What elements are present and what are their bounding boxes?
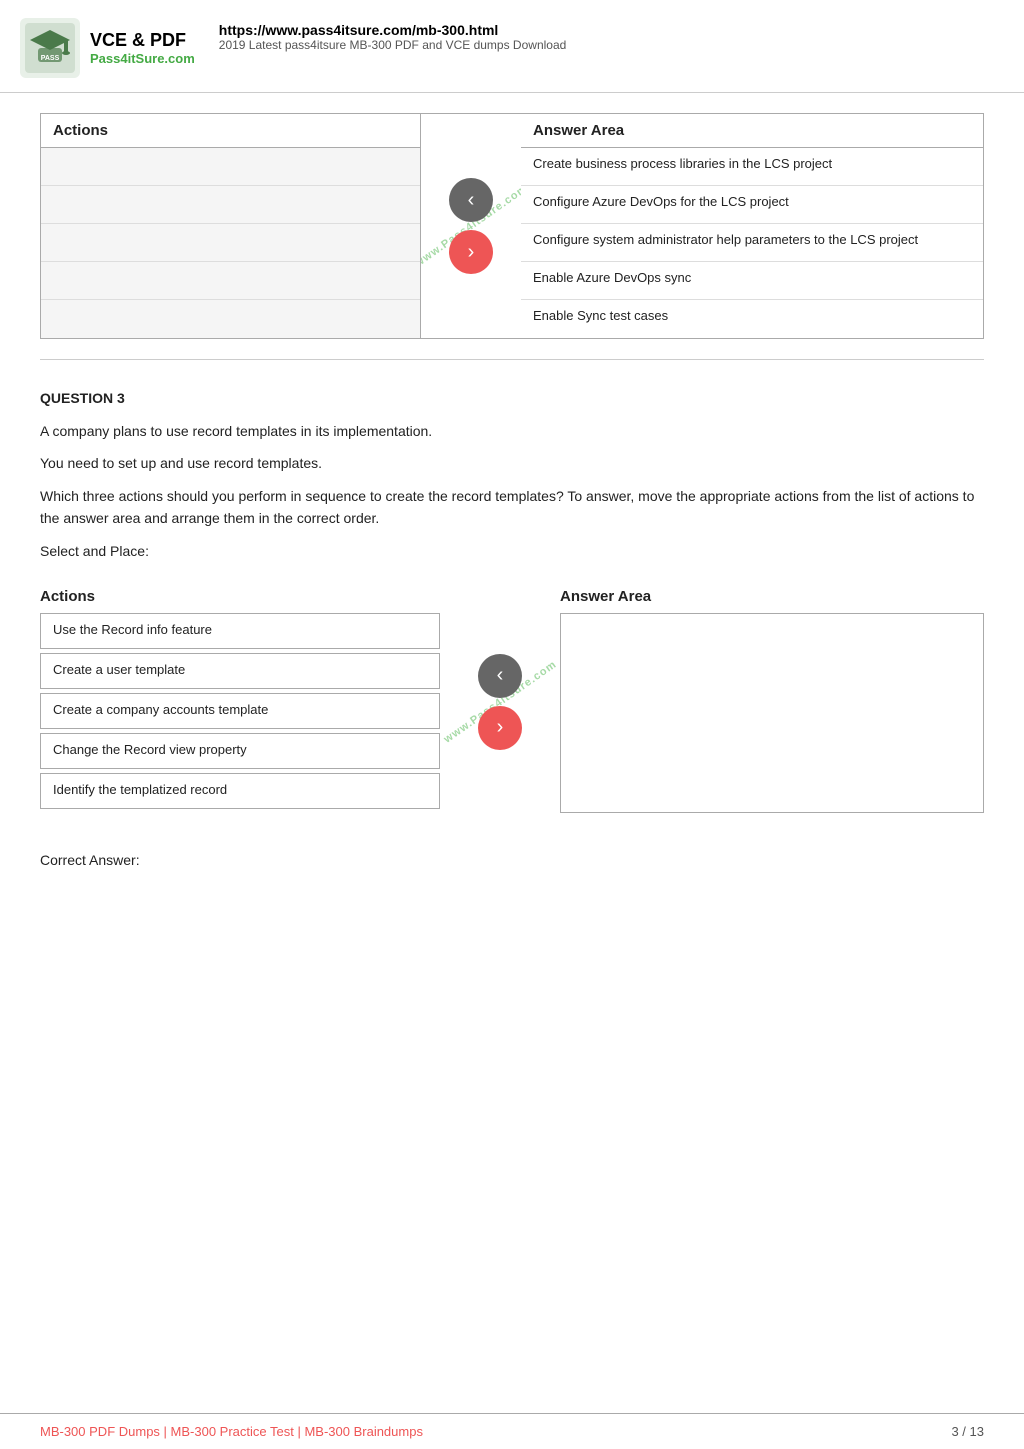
section1-actions-header: Actions [41,114,420,147]
correct-answer-label: Correct Answer: [40,852,984,868]
section1-answer-col: Answer Area Create business process libr… [521,114,983,338]
footer-link-2[interactable]: MB-300 Practice Test [171,1424,305,1439]
right-arrow-btn-2[interactable]: › [478,706,522,750]
section2-action-4[interactable]: Identify the templatized record [40,773,440,809]
section1-action-3 [41,262,420,300]
section1-action-0 [41,148,420,186]
section2-action-2[interactable]: Create a company accounts template [40,693,440,729]
logo-box: PASS VCE & PDF Pass4itSure.com [20,18,195,78]
question3-block: QUESTION 3 A company plans to use record… [40,390,984,562]
section1-action-1 [41,186,420,224]
section1-answer-1: Configure Azure DevOps for the LCS proje… [521,186,983,224]
question-para-4: Select and Place: [40,540,984,562]
footer-link-1[interactable]: MB-300 PDF Dumps [40,1424,171,1439]
section2-actions-col: Actions Use the Record info feature Crea… [40,582,440,822]
svg-text:PASS: PASS [41,55,60,62]
header: PASS VCE & PDF Pass4itSure.com https://w… [0,0,1024,93]
section1-action-4 [41,300,420,338]
section1-answer-4: Enable Sync test cases [521,300,983,338]
footer-links: MB-300 PDF Dumps MB-300 Practice Test MB… [40,1424,423,1439]
footer-page: 3 / 13 [951,1424,984,1439]
left-arrow-btn-1[interactable]: ‹ [449,178,493,222]
section2-answer-col: Answer Area [560,582,984,822]
section1-actions-body [41,147,420,338]
question-para-2: You need to set up and use record templa… [40,452,984,474]
content: Actions www.Pass4itsure.com ‹ › Answer A… [0,93,1024,908]
section2-middle: www.Pass4itsure.com ‹ › [440,582,560,822]
logo-icon: PASS [20,18,80,78]
section2-actions-header: Actions [40,582,440,613]
question-number: QUESTION 3 [40,390,984,406]
watermark1: www.Pass4itsure.com [421,114,521,338]
section1-actions-col: Actions [41,114,421,338]
question-para-3: Which three actions should you perform i… [40,485,984,530]
footer-link-3[interactable]: MB-300 Braindumps [304,1424,423,1439]
section1-answer-0: Create business process libraries in the… [521,148,983,186]
left-arrow-btn-2[interactable]: ‹ [478,654,522,698]
header-info: https://www.pass4itsure.com/mb-300.html … [219,18,567,52]
section1-answer-header: Answer Area [521,114,983,147]
correct-answer-text: Correct Answer: [40,852,140,868]
section2-action-0[interactable]: Use the Record info feature [40,613,440,649]
header-url: https://www.pass4itsure.com/mb-300.html [219,22,567,38]
logo-text: VCE & PDF Pass4itSure.com [90,30,195,66]
footer: MB-300 PDF Dumps MB-300 Practice Test MB… [0,1413,1024,1449]
section2-answer-header: Answer Area [560,582,984,613]
section1-table: Actions www.Pass4itsure.com ‹ › Answer A… [40,113,984,339]
section1-action-2 [41,224,420,262]
section2-action-3[interactable]: Change the Record view property [40,733,440,769]
section2-action-1[interactable]: Create a user template [40,653,440,689]
section1-middle: www.Pass4itsure.com ‹ › [421,114,521,338]
section2-wrapper: Actions Use the Record info feature Crea… [40,582,984,822]
question-para-1: A company plans to use record templates … [40,420,984,442]
right-arrow-btn-1[interactable]: › [449,230,493,274]
section1-answer-2: Configure system administrator help para… [521,224,983,262]
section1-answer-3: Enable Azure DevOps sync [521,262,983,300]
section2-answer-area[interactable] [560,613,984,813]
logo-vce: VCE & PDF [90,30,195,51]
logo-pass: Pass4itSure.com [90,51,195,66]
section1-answer-body: Create business process libraries in the… [521,147,983,338]
header-desc: 2019 Latest pass4itsure MB-300 PDF and V… [219,38,567,52]
watermark2: www.Pass4itsure.com [440,582,560,822]
logo-line1: VCE & PDF [90,30,186,50]
